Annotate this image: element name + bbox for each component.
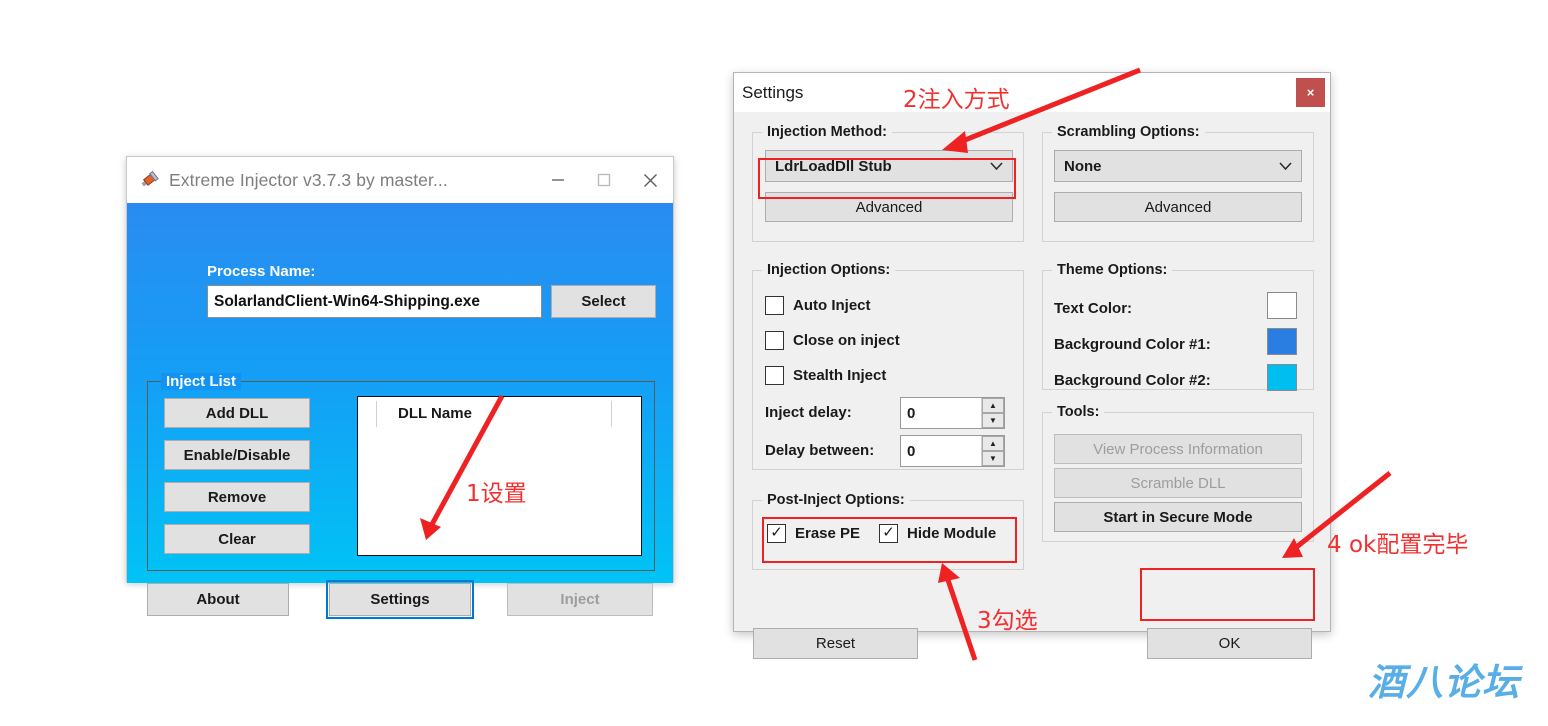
ok-button[interactable]: OK <box>1147 628 1312 659</box>
settings-close-icon[interactable]: × <box>1296 78 1325 107</box>
spin-up-icon[interactable]: ▲ <box>982 398 1004 413</box>
scrambling-options-legend: Scrambling Options: <box>1052 124 1205 140</box>
settings-content: Injection Method: LdrLoadDll Stub Advanc… <box>734 112 1330 659</box>
background-color-1-swatch[interactable] <box>1267 328 1297 355</box>
hide-module-checkbox-row[interactable]: ✓ Hide Module <box>879 524 996 543</box>
hide-module-label: Hide Module <box>907 525 997 542</box>
start-in-secure-mode-button[interactable]: Start in Secure Mode <box>1054 502 1302 532</box>
background-color-2-swatch[interactable] <box>1267 364 1297 391</box>
column-separator-right <box>611 401 612 427</box>
erase-pe-checkbox-row[interactable]: ✓ Erase PE <box>767 524 860 543</box>
text-color-label: Text Color: <box>1054 300 1133 317</box>
injection-method-legend: Injection Method: <box>762 124 893 140</box>
process-name-input[interactable]: SolarlandClient-Win64-Shipping.exe <box>207 285 542 318</box>
add-dll-button[interactable]: Add DLL <box>164 398 310 428</box>
delay-between-value[interactable]: 0 <box>901 436 981 466</box>
inject-delay-value[interactable]: 0 <box>901 398 981 428</box>
inject-button: Inject <box>507 583 653 616</box>
check-icon: ✓ <box>882 524 895 541</box>
annotation-4-ok: 4 ok配置完毕 <box>1327 532 1469 558</box>
settings-button[interactable]: Settings <box>326 580 474 619</box>
injection-method-advanced-button[interactable]: Advanced <box>765 192 1013 222</box>
settings-dialog-title: Settings <box>742 82 804 102</box>
injection-method-combobox[interactable]: LdrLoadDll Stub <box>765 150 1013 182</box>
view-process-information-button: View Process Information <box>1054 434 1302 464</box>
scrambling-options-value: None <box>1064 157 1102 175</box>
enable-disable-button[interactable]: Enable/Disable <box>164 440 310 470</box>
screenshot-root: Extreme Injector v3.7.3 by master... Pro… <box>0 0 1548 726</box>
inject-delay-label: Inject delay: <box>765 404 852 421</box>
dll-name-column-header: DLL Name <box>398 404 472 422</box>
injection-options-legend: Injection Options: <box>762 262 896 278</box>
extreme-injector-window: Extreme Injector v3.7.3 by master... Pro… <box>126 156 674 619</box>
injector-titlebar: Extreme Injector v3.7.3 by master... <box>127 157 673 203</box>
spin-up-icon[interactable]: ▲ <box>982 436 1004 451</box>
annotation-2-injection-method: 2注入方式 <box>903 87 1010 113</box>
titlebar-buttons <box>535 157 673 203</box>
theme-options-legend: Theme Options: <box>1052 262 1173 278</box>
clear-button[interactable]: Clear <box>164 524 310 554</box>
delay-between-spinner[interactable]: 0 ▲ ▼ <box>900 435 1005 467</box>
spin-down-icon[interactable]: ▼ <box>982 451 1004 466</box>
hide-module-checkbox[interactable]: ✓ <box>879 524 898 543</box>
delay-between-label: Delay between: <box>765 442 875 459</box>
erase-pe-label: Erase PE <box>795 525 861 542</box>
scrambling-options-group <box>1042 132 1314 242</box>
minimize-icon[interactable] <box>535 157 581 203</box>
maximize-icon[interactable] <box>581 157 627 203</box>
chevron-down-icon <box>989 159 1004 174</box>
inject-delay-spin-buttons[interactable]: ▲ ▼ <box>981 398 1004 428</box>
inject-delay-spinner[interactable]: 0 ▲ ▼ <box>900 397 1005 429</box>
stealth-inject-checkbox-row[interactable]: Stealth Inject <box>765 366 886 385</box>
select-button[interactable]: Select <box>551 285 656 318</box>
reset-button[interactable]: Reset <box>753 628 918 659</box>
erase-pe-checkbox[interactable]: ✓ <box>767 524 786 543</box>
auto-inject-checkbox[interactable] <box>765 296 784 315</box>
stealth-inject-label: Stealth Inject <box>793 367 887 384</box>
scrambling-options-combobox[interactable]: None <box>1054 150 1302 182</box>
post-inject-options-legend: Post-Inject Options: <box>762 492 910 508</box>
text-color-swatch[interactable] <box>1267 292 1297 319</box>
injector-body: Process Name: SolarlandClient-Win64-Ship… <box>127 203 673 619</box>
annotation-1-settings: 1设置 <box>466 481 527 507</box>
column-separator-left <box>376 401 377 427</box>
settings-dialog: Settings × Injection Method: LdrLoadDll … <box>733 72 1331 659</box>
background-color-1-label: Background Color #1: <box>1054 336 1211 353</box>
scramble-dll-button: Scramble DLL <box>1054 468 1302 498</box>
process-name-label: Process Name: <box>207 263 316 280</box>
injector-title: Extreme Injector v3.7.3 by master... <box>169 169 448 190</box>
background-color-2-label: Background Color #2: <box>1054 372 1211 389</box>
close-on-inject-checkbox[interactable] <box>765 331 784 350</box>
scrambling-options-advanced-button[interactable]: Advanced <box>1054 192 1302 222</box>
injection-method-group <box>752 132 1024 242</box>
injection-method-value: LdrLoadDll Stub <box>775 157 892 175</box>
tools-legend: Tools: <box>1052 404 1105 420</box>
inject-list-legend: Inject List <box>161 373 242 390</box>
dll-list-header-row: DLL Name <box>358 397 641 429</box>
annotation-3-checkboxes: 3勾选 <box>977 608 1038 634</box>
about-button[interactable]: About <box>147 583 289 616</box>
close-on-inject-checkbox-row[interactable]: Close on inject <box>765 331 900 350</box>
stealth-inject-checkbox[interactable] <box>765 366 784 385</box>
settings-titlebar: Settings × <box>734 73 1330 112</box>
chevron-down-icon <box>1278 159 1293 174</box>
remove-button[interactable]: Remove <box>164 482 310 512</box>
close-icon[interactable] <box>627 157 673 203</box>
delay-between-spin-buttons[interactable]: ▲ ▼ <box>981 436 1004 466</box>
auto-inject-label: Auto Inject <box>793 297 871 314</box>
auto-inject-checkbox-row[interactable]: Auto Inject <box>765 296 871 315</box>
syringe-icon <box>137 168 161 192</box>
close-on-inject-label: Close on inject <box>793 332 900 349</box>
check-icon: ✓ <box>770 524 783 541</box>
spin-down-icon[interactable]: ▼ <box>982 413 1004 428</box>
watermark: 酒八论坛 <box>1368 661 1520 704</box>
